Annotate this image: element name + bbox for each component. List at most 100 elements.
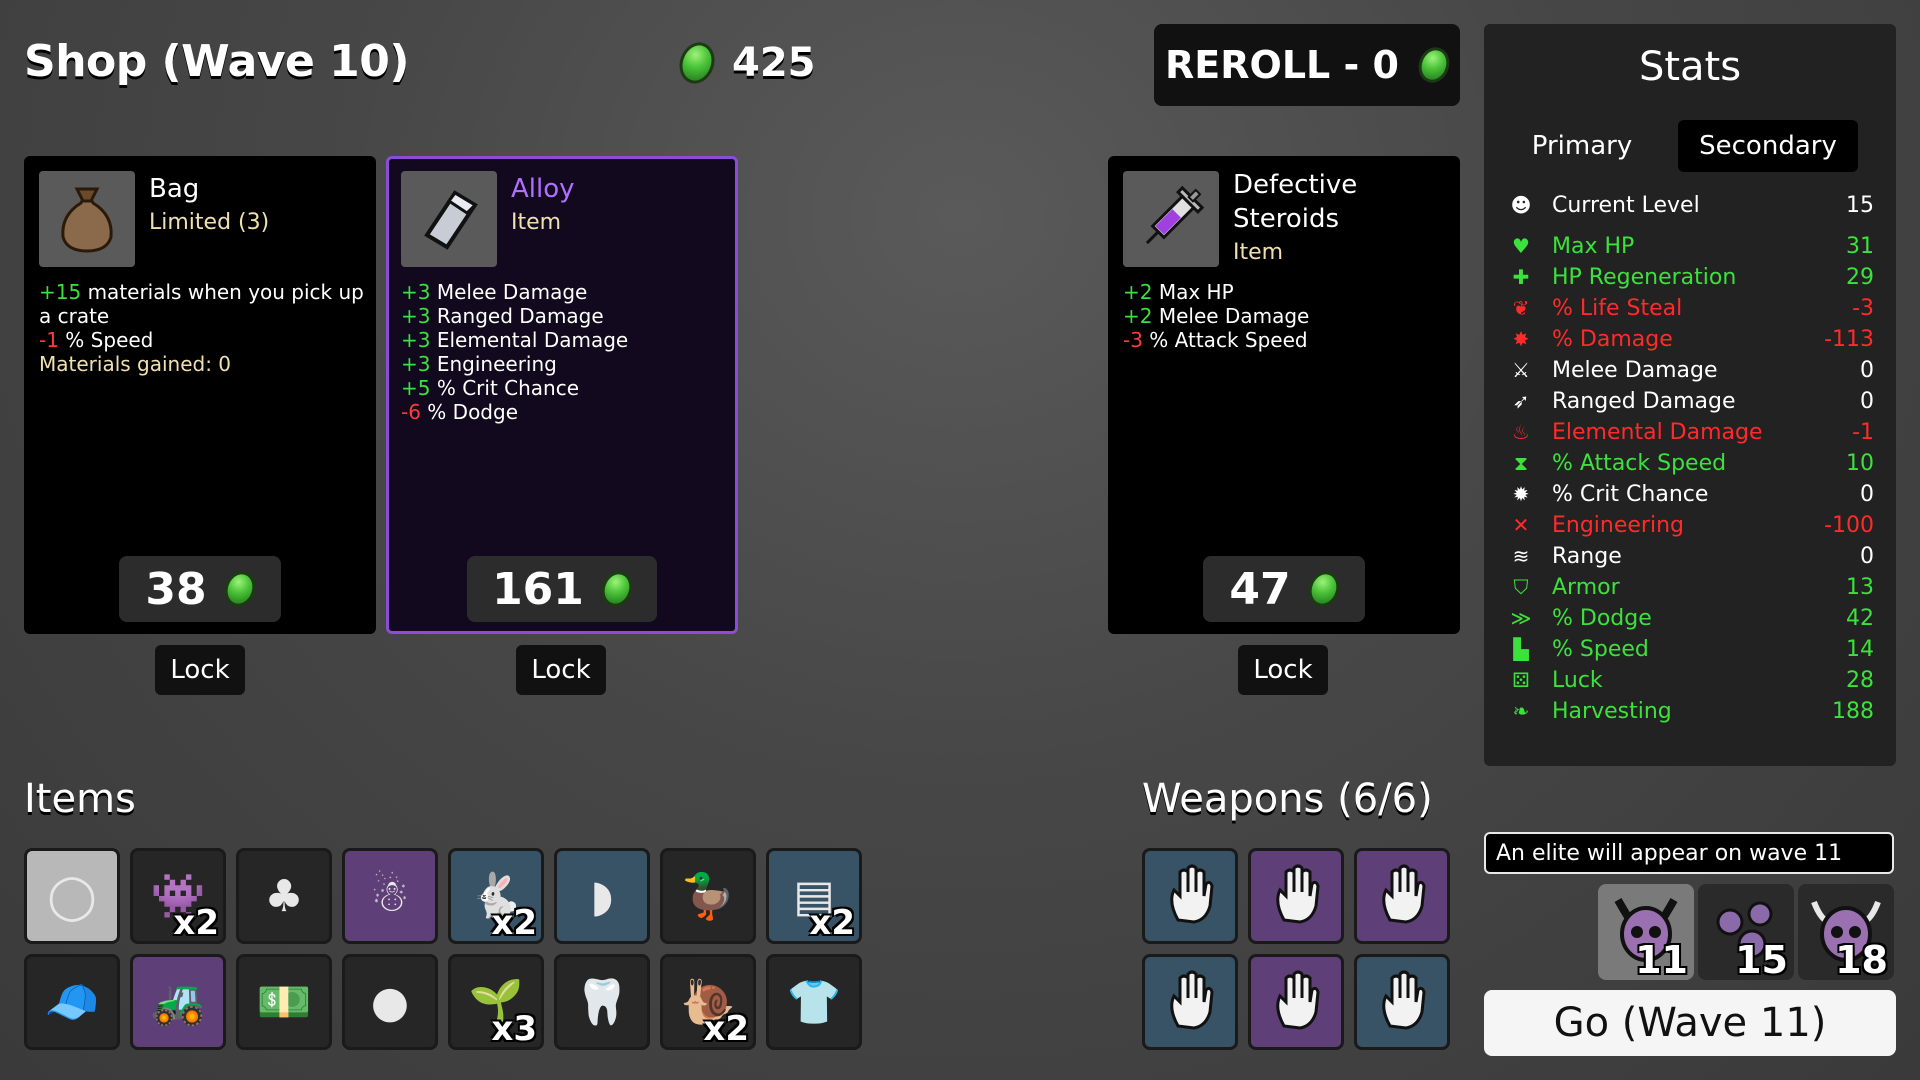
materials-value: 425 xyxy=(732,40,816,86)
item-slot[interactable]: 🧢 xyxy=(24,954,120,1050)
stat-text: % Dodge xyxy=(420,400,519,424)
item-slot[interactable]: 💵 xyxy=(236,954,332,1050)
shop-card-alloy[interactable]: Alloy Item +3 Melee Damage +3 Ranged Dam… xyxy=(386,156,738,634)
upcoming-enemies: 11 15 18 xyxy=(1598,884,1894,982)
stat-label: % Life Steal xyxy=(1552,295,1683,321)
stat-label: % Attack Speed xyxy=(1552,450,1727,476)
boot-icon: ▙ xyxy=(1513,637,1529,661)
stat-label: Ranged Damage xyxy=(1552,388,1736,414)
stat-row[interactable]: ♥ Max HP 31 xyxy=(1508,231,1874,261)
reroll-button[interactable]: REROLL - 0 xyxy=(1154,24,1460,106)
stat-row[interactable]: ✹ % Crit Chance 0 xyxy=(1508,479,1874,509)
shop-card-bag[interactable]: Bag Limited (3) +15 materials when you p… xyxy=(24,156,376,634)
hand-icon xyxy=(1264,862,1328,930)
stat-delta: +3 xyxy=(401,304,431,328)
upcoming-enemy[interactable]: 15 xyxy=(1698,884,1794,982)
card-name: Defective Steroids xyxy=(1233,170,1358,234)
cash-icon: 💵 xyxy=(256,977,312,1028)
stat-delta: -1 xyxy=(39,328,59,352)
stat-value: 28 xyxy=(1846,667,1874,693)
flannel-shirt-icon: 👕 xyxy=(786,977,842,1028)
stat-row[interactable]: ✕ Engineering -100 xyxy=(1508,510,1874,540)
price-tag[interactable]: 161 xyxy=(467,556,657,622)
stat-row[interactable]: ▙ % Speed 14 xyxy=(1508,634,1874,664)
weapon-slot[interactable] xyxy=(1354,954,1450,1050)
lock-button[interactable]: Lock xyxy=(1238,645,1328,695)
wrench-icon: ✕ xyxy=(1512,513,1530,537)
stat-delta: +3 xyxy=(401,352,431,376)
items-title: Items xyxy=(24,776,136,822)
enemy-wave-number: 15 xyxy=(1735,938,1788,982)
stat-row[interactable]: ⚔ Melee Damage 0 xyxy=(1508,355,1874,385)
item-slot[interactable]: 🚜 xyxy=(130,954,226,1050)
item-slot[interactable]: 🐇 x2 xyxy=(448,848,544,944)
regen-icon: ✚ xyxy=(1512,265,1530,289)
item-slot[interactable]: ☃ xyxy=(342,848,438,944)
stat-row[interactable]: ⚄ Luck 28 xyxy=(1508,665,1874,695)
stat-value: 29 xyxy=(1846,264,1874,290)
sword-icon: ⚔ xyxy=(1512,358,1530,382)
stat-row[interactable]: ⧗ % Attack Speed 10 xyxy=(1508,448,1874,478)
card-description: +2 Max HP +2 Melee Damage -3 % Attack Sp… xyxy=(1123,280,1448,352)
hourglass-icon: ⧗ xyxy=(1513,451,1529,475)
stat-value: 13 xyxy=(1846,574,1874,600)
item-slot[interactable]: 🦆 xyxy=(660,848,756,944)
shop-title: Shop (Wave 10) xyxy=(24,36,410,87)
stat-label: % Crit Chance xyxy=(1552,481,1709,507)
go-next-wave-button[interactable]: Go (Wave 11) xyxy=(1484,990,1896,1056)
item-slot[interactable]: 🌱 x3 xyxy=(448,954,544,1050)
price-value: 38 xyxy=(145,563,207,615)
stat-value: 0 xyxy=(1860,388,1874,414)
stat-label: % Damage xyxy=(1552,326,1673,352)
item-slot[interactable]: ◗ xyxy=(554,848,650,944)
stat-row[interactable]: ✚ HP Regeneration 29 xyxy=(1508,262,1874,292)
stat-value: -100 xyxy=(1824,512,1874,538)
stat-row[interactable]: ☻ Current Level 15 xyxy=(1508,190,1874,220)
item-slot[interactable]: ● xyxy=(342,954,438,1050)
item-slot[interactable]: 👕 xyxy=(766,954,862,1050)
tab-secondary[interactable]: Secondary xyxy=(1678,120,1858,172)
stat-label: Max HP xyxy=(1552,233,1635,259)
stat-text: % Crit Chance xyxy=(430,376,580,400)
stat-row[interactable]: ≋ Range 0 xyxy=(1508,541,1874,571)
stat-delta: +2 xyxy=(1123,304,1153,328)
heart-icon: ♥ xyxy=(1512,234,1530,258)
stat-row[interactable]: ❦ % Life Steal -3 xyxy=(1508,293,1874,323)
stat-text: Max HP xyxy=(1152,280,1234,304)
stat-label: Harvesting xyxy=(1552,698,1672,724)
weapon-slot[interactable] xyxy=(1248,954,1344,1050)
item-slot[interactable]: 👾 x2 xyxy=(130,848,226,944)
price-tag[interactable]: 47 xyxy=(1203,556,1365,622)
item-slot[interactable]: ♣ xyxy=(236,848,332,944)
stat-row[interactable]: ♨ Elemental Damage -1 xyxy=(1508,417,1874,447)
stat-label: Luck xyxy=(1552,667,1603,693)
stat-value: 0 xyxy=(1860,481,1874,507)
stat-label: Melee Damage xyxy=(1552,357,1718,383)
stat-row[interactable]: ≫ % Dodge 42 xyxy=(1508,603,1874,633)
upcoming-enemy[interactable]: 11 xyxy=(1598,884,1694,982)
weapon-slot[interactable] xyxy=(1248,848,1344,944)
weapon-slot[interactable] xyxy=(1142,954,1238,1050)
upcoming-enemy[interactable]: 18 xyxy=(1798,884,1894,982)
tab-primary[interactable]: Primary xyxy=(1520,120,1644,172)
item-slot[interactable]: 🐌 x2 xyxy=(660,954,756,1050)
lock-button[interactable]: Lock xyxy=(516,645,606,695)
stat-delta: -3 xyxy=(1123,328,1143,352)
weapon-slot[interactable] xyxy=(1354,848,1450,944)
material-gem-icon xyxy=(596,566,638,612)
price-tag[interactable]: 38 xyxy=(119,556,281,622)
item-slot[interactable]: 🦷 xyxy=(554,954,650,1050)
shop-card-defective-steroids[interactable]: Defective Steroids Item +2 Max HP +2 Mel… xyxy=(1108,156,1460,634)
stat-row[interactable]: ⛉ Armor 13 xyxy=(1508,572,1875,602)
item-slot[interactable]: ◯ xyxy=(24,848,120,944)
stat-row[interactable]: ✸ % Damage -113 xyxy=(1508,324,1874,354)
stat-row[interactable]: ➶ Ranged Damage 0 xyxy=(1508,386,1874,416)
item-slot[interactable]: ▤ x2 xyxy=(766,848,862,944)
bag-icon xyxy=(39,171,135,267)
weapon-slot[interactable] xyxy=(1142,848,1238,944)
stat-row[interactable]: ❧ Harvesting 188 xyxy=(1508,696,1874,726)
item-quantity: x3 xyxy=(491,1009,537,1049)
hand-icon xyxy=(1158,968,1222,1036)
stat-label: Elemental Damage xyxy=(1552,419,1763,445)
lock-button[interactable]: Lock xyxy=(155,645,245,695)
